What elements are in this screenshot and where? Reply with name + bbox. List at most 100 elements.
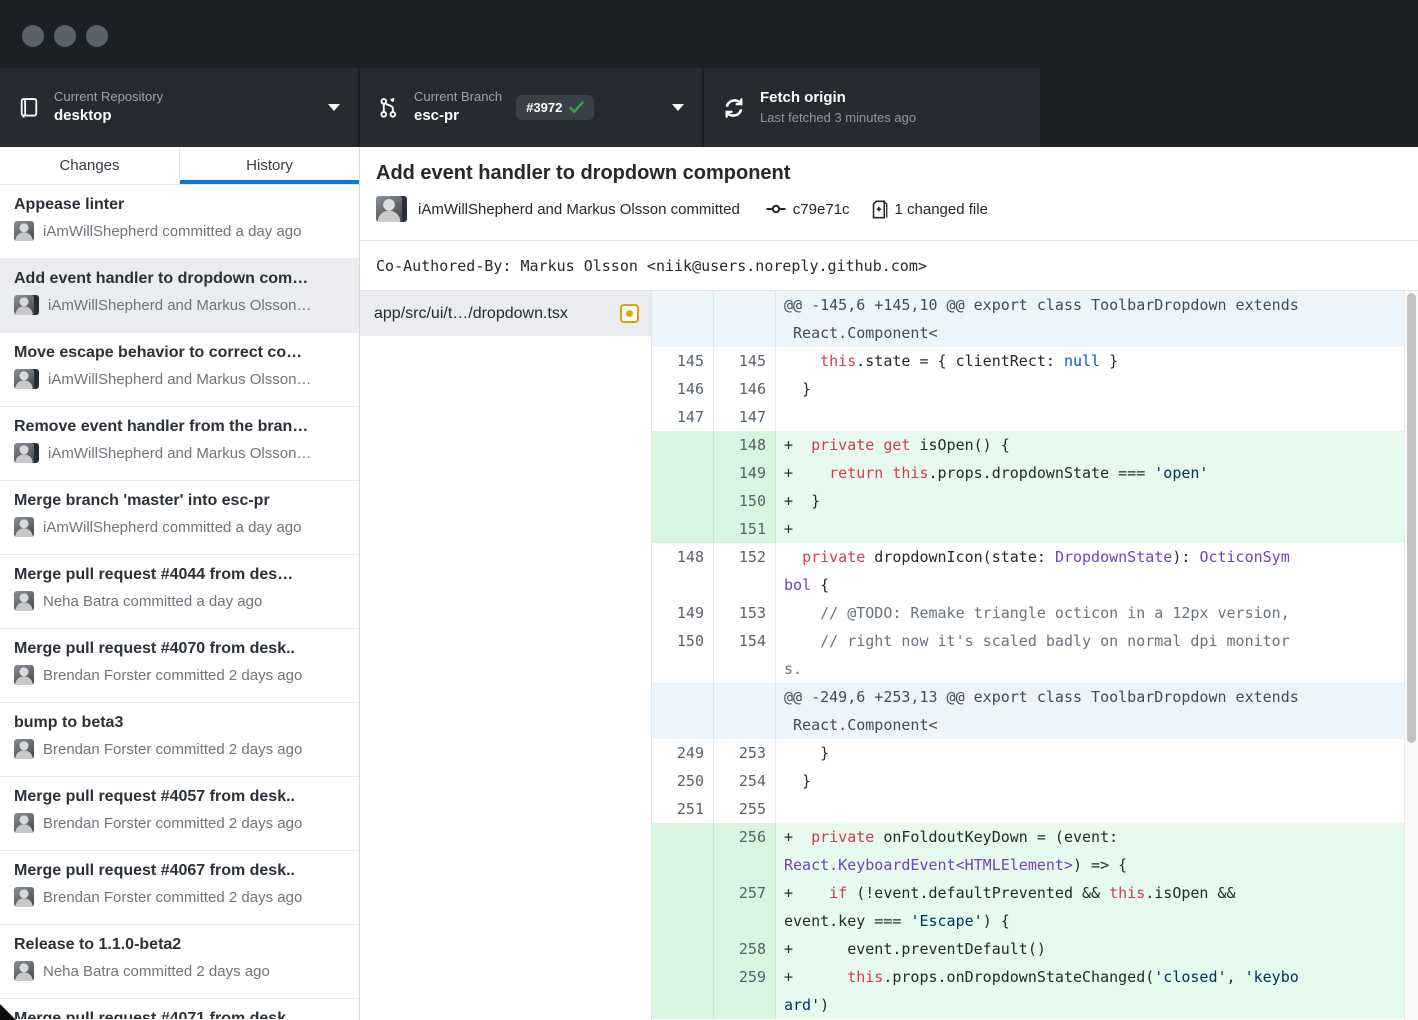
commit-item-meta: iAmWillShepherd committed a day ago [14,221,345,241]
fetch-origin-status: Last fetched 3 minutes ago [760,110,916,126]
diff-code-text [776,403,1404,431]
fetch-origin-label: Fetch origin [760,89,916,108]
app-window: Current Repository desktop Current Branc… [0,0,1418,1020]
old-line-number: 146 [652,375,714,403]
zoom-window-icon[interactable] [86,25,108,47]
commit-item-meta: Neha Batra committed 2 days ago [14,961,345,981]
commit-list-item[interactable]: Add event handler to dropdown com…iAmWil… [0,259,359,333]
tab-changes[interactable]: Changes [0,147,180,184]
diff-hunk-header-row: @@ -249,6 +253,13 @@ export class Toolba… [652,683,1404,739]
commit-list: Appease linteriAmWillShepherd committed … [0,185,359,1020]
commit-summary: Add event handler to dropdown component … [360,147,1418,240]
diff-code-text: // right now it's scaled badly on normal… [776,627,1404,683]
commit-item-byline: Neha Batra committed a day ago [43,593,262,610]
diff-scrollbar[interactable] [1404,291,1418,1020]
diff-code-text: + [776,515,1404,543]
old-line-number: 251 [652,795,714,823]
commit-list-item[interactable]: Merge pull request #4071 from desk.. [0,999,359,1019]
chevron-down-icon [672,104,684,111]
new-line-number: 154 [714,627,776,683]
commit-item-byline: iAmWillShepherd committed a day ago [43,223,301,240]
file-path: app/src/ui/t…/dropdown.tsx [374,305,620,323]
old-line-number [652,935,714,963]
window-controls[interactable] [22,25,108,47]
diff-code-text: + return this.props.dropdownState === 'o… [776,459,1404,487]
commit-item-byline: Brendan Forster committed 2 days ago [43,815,302,832]
commit-item-title: Merge pull request #4044 from des… [14,566,345,584]
changed-file-list: app/src/ui/t…/dropdown.tsx [360,291,652,1020]
commit-list-item[interactable]: bump to beta3 Brendan Forster committed 2… [0,703,359,777]
commit-list-item[interactable]: Merge pull request #4067 from desk..Bren… [0,851,359,925]
diff-code-text: } [776,767,1404,795]
changed-files-count: 1 changed file [895,201,988,218]
diff-code-text: } [776,739,1404,767]
diff-code-text: + } [776,487,1404,515]
new-line-number: 151 [714,515,776,543]
minimize-window-icon[interactable] [54,25,76,47]
file-list-item[interactable]: app/src/ui/t…/dropdown.tsx [360,291,651,336]
close-window-icon[interactable] [22,25,44,47]
commit-item-byline: Neha Batra committed 2 days ago [43,963,270,980]
check-icon [569,101,584,114]
new-line-number: 146 [714,375,776,403]
modified-file-icon [620,304,639,323]
commit-item-byline: iAmWillShepherd and Markus Olsson… [48,445,311,462]
current-repository-value: desktop [54,107,163,126]
tab-history[interactable]: History [180,147,359,184]
new-line-number: 259 [714,963,776,1019]
avatar [14,443,34,463]
scrollbar-thumb[interactable] [1407,293,1416,743]
new-line-number: 153 [714,599,776,627]
new-line-number: 253 [714,739,776,767]
diff-code-text: @@ -145,6 +145,10 @@ export class Toolba… [776,291,1404,347]
diff-line-row: 150154 // right now it's scaled badly on… [652,627,1404,683]
commit-item-title: bump to beta3 [14,714,345,732]
diff-line-row: 150+ } [652,487,1404,515]
commit-list-item[interactable]: Release to 1.1.0-beta2Neha Batra committ… [0,925,359,999]
new-line-number: 148 [714,431,776,459]
commit-list-item[interactable]: Merge pull request #4070 from desk..Bren… [0,629,359,703]
commit-item-meta: Brendan Forster committed 2 days ago [14,739,345,759]
commit-item-byline: iAmWillShepherd and Markus Olsson… [48,297,311,314]
diff-code-text: private dropdownIcon(state: DropdownStat… [776,543,1404,599]
old-line-number [652,459,714,487]
avatar [14,961,34,981]
repo-icon [18,97,40,119]
new-line-number: 145 [714,347,776,375]
new-line-number: 255 [714,795,776,823]
diff-code-text: + if (!event.defaultPrevented && this.is… [776,879,1404,935]
commit-item-meta: Brendan Forster committed 2 days ago [14,887,345,907]
toolbar-spacer [1040,68,1418,147]
commit-list-item[interactable]: Remove event handler from the bran…iAmWi… [0,407,359,481]
pr-status-badge: #3972 [516,95,594,120]
commit-item-title: Merge branch 'master' into esc-pr [14,492,345,510]
commit-list-item[interactable]: Merge pull request #4044 from des… Neha B… [0,555,359,629]
title-bar [0,0,1418,68]
diff-view: @@ -145,6 +145,10 @@ export class Toolba… [652,291,1404,1020]
toolbar: Current Repository desktop Current Branc… [0,68,1418,147]
fetch-origin-button[interactable]: Fetch origin Last fetched 3 minutes ago [704,68,1040,147]
commit-list-item[interactable]: Move escape behavior to correct co…iAmWi… [0,333,359,407]
old-line-number [652,515,714,543]
commit-list-item[interactable]: Merge pull request #4057 from desk.. Bren… [0,777,359,851]
diff-code-text: + private onFoldoutKeyDown = (event:Reac… [776,823,1404,879]
diff-code-text: this.state = { clientRect: null } [776,347,1404,375]
diff-line-row: 147147 [652,403,1404,431]
commit-item-byline: iAmWillShepherd committed a day ago [43,519,301,536]
old-line-number [652,823,714,879]
new-line-number: 149 [714,459,776,487]
diff-code-text: + this.props.onDropdownStateChanged('clo… [776,963,1404,1019]
commit-list-item[interactable]: Appease linteriAmWillShepherd committed … [0,185,359,259]
commit-list-item[interactable]: Merge branch 'master' into esc-pr iAmWill… [0,481,359,555]
new-line-number: 257 [714,879,776,935]
git-branch-icon [378,97,400,119]
new-line-number: 258 [714,935,776,963]
current-branch-button[interactable]: Current Branch esc-pr #3972 [360,68,704,147]
commit-item-meta: Neha Batra committed a day ago [14,591,345,611]
new-line-number: 147 [714,403,776,431]
new-line-number: 152 [714,543,776,599]
commit-item-title: Merge pull request #4057 from desk.. [14,788,345,806]
diff-line-row: 148+ private get isOpen() { [652,431,1404,459]
pr-number: #3972 [526,100,562,115]
current-repository-button[interactable]: Current Repository desktop [0,68,360,147]
